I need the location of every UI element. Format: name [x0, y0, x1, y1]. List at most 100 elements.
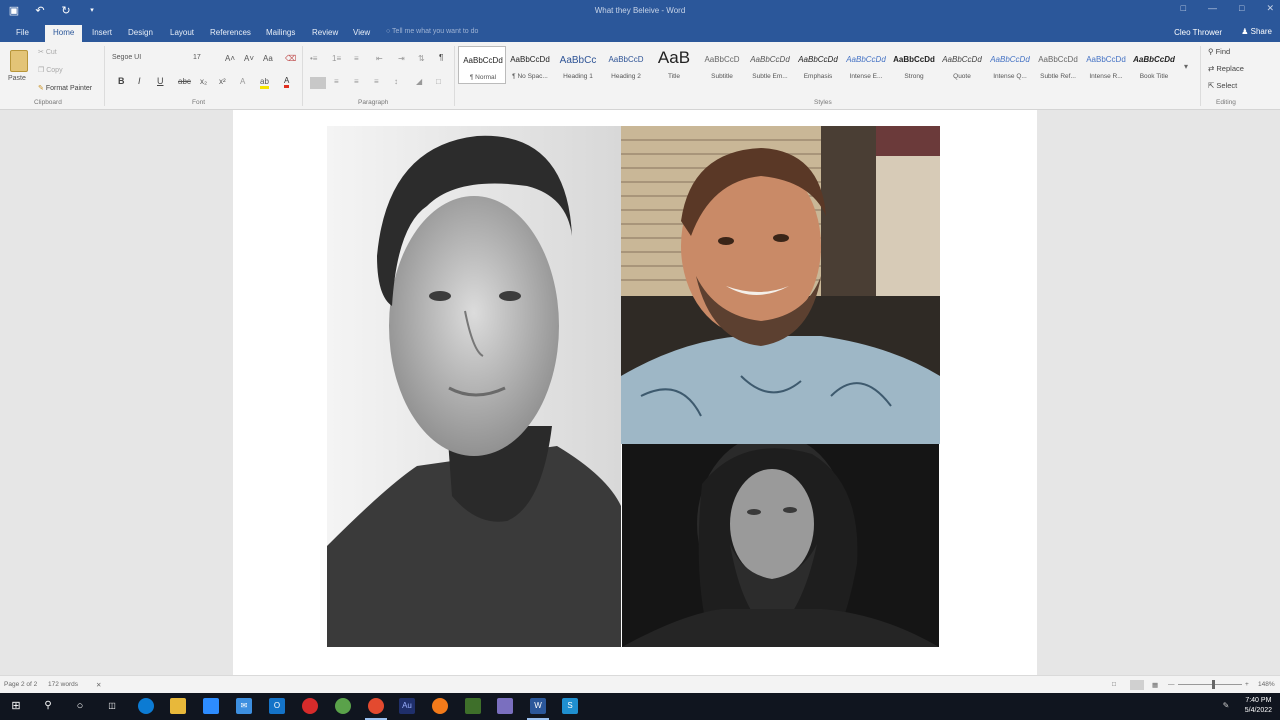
- system-clock[interactable]: 7:40 PM 5/4/2022: [1245, 696, 1272, 716]
- style-quote[interactable]: AaBbCcDd Quote: [938, 46, 986, 84]
- strikethrough-button[interactable]: abc: [178, 77, 191, 86]
- ribbon-display-icon[interactable]: □: [1181, 3, 1186, 14]
- zoom-in-icon[interactable]: +: [1245, 681, 1249, 688]
- read-mode-icon[interactable]: □: [1112, 681, 1116, 688]
- format-painter-button[interactable]: ✎ Format Painter: [38, 84, 92, 92]
- replace-button[interactable]: ⇄ Replace: [1208, 64, 1244, 73]
- clear-formatting-icon[interactable]: ⌫: [285, 54, 296, 63]
- multilevel-list-icon[interactable]: ≡: [354, 54, 359, 63]
- style-no-spacing[interactable]: AaBbCcDd ¶ No Spac...: [506, 46, 554, 84]
- zoom-slider-thumb[interactable]: [1212, 680, 1216, 689]
- user-name[interactable]: Cleo Thrower: [1174, 28, 1222, 37]
- style-intense-reference[interactable]: AaBbCcDd Intense R...: [1082, 46, 1130, 84]
- file-explorer-icon[interactable]: [170, 698, 186, 714]
- photos-icon[interactable]: [497, 698, 513, 714]
- italic-button[interactable]: I: [138, 76, 141, 86]
- tab-insert[interactable]: Insert: [84, 25, 120, 42]
- copy-button[interactable]: ❐ Copy: [38, 66, 63, 74]
- tab-mailings[interactable]: Mailings: [258, 25, 303, 42]
- proofing-icon[interactable]: ✕: [96, 681, 101, 689]
- style-subtitle[interactable]: AaBbCcD Subtitle: [698, 46, 746, 84]
- underline-button[interactable]: U: [157, 76, 164, 86]
- tab-layout[interactable]: Layout: [162, 25, 202, 42]
- page-count[interactable]: Page 2 of 2: [4, 681, 37, 688]
- web-layout-icon[interactable]: ▦: [1152, 681, 1158, 689]
- tab-review[interactable]: Review: [304, 25, 346, 42]
- app-green-icon[interactable]: [335, 698, 351, 714]
- app-red-icon[interactable]: [302, 698, 318, 714]
- word-icon[interactable]: W: [530, 698, 546, 714]
- show-marks-icon[interactable]: ¶: [439, 53, 443, 62]
- justify-icon[interactable]: ≡: [374, 77, 379, 86]
- close-icon[interactable]: ✕: [1266, 3, 1274, 14]
- font-name-box[interactable]: Segoe UI: [110, 54, 190, 66]
- font-size-box[interactable]: 17: [193, 54, 213, 66]
- app-blue-s-icon[interactable]: S: [562, 698, 578, 714]
- app-dark-green-icon[interactable]: [465, 698, 481, 714]
- share-button[interactable]: ♟ Share: [1241, 27, 1272, 36]
- style-heading-2[interactable]: AaBbCcD Heading 2: [602, 46, 650, 84]
- document-page[interactable]: [233, 110, 1037, 675]
- decrease-indent-icon[interactable]: ⇤: [376, 54, 383, 63]
- borders-icon[interactable]: □: [436, 77, 441, 86]
- store-icon[interactable]: [203, 698, 219, 714]
- print-layout-icon[interactable]: [1130, 680, 1144, 690]
- cortana-icon[interactable]: ○: [72, 698, 88, 714]
- minimize-icon[interactable]: —: [1208, 3, 1217, 14]
- tab-references[interactable]: References: [202, 25, 259, 42]
- align-left-icon[interactable]: [310, 77, 326, 89]
- tab-file[interactable]: File: [8, 25, 37, 42]
- photo-top-right-selfie[interactable]: [621, 126, 940, 444]
- font-color-icon[interactable]: A: [284, 76, 290, 88]
- photo-bottom-right-bw-portrait[interactable]: [622, 444, 939, 647]
- bullets-icon[interactable]: •≡: [310, 54, 317, 63]
- outlook-icon[interactable]: O: [269, 698, 285, 714]
- style-title[interactable]: AaB Title: [650, 46, 698, 84]
- style-subtle-emphasis[interactable]: AaBbCcDd Subtle Em...: [746, 46, 794, 84]
- mail-icon[interactable]: ✉: [236, 698, 252, 714]
- zoom-level[interactable]: 148%: [1258, 681, 1275, 688]
- style-strong[interactable]: AaBbCcDd Strong: [890, 46, 938, 84]
- edge-browser-icon[interactable]: [138, 698, 154, 714]
- chrome-icon[interactable]: [368, 698, 384, 714]
- find-button[interactable]: ⚲ Find: [1208, 47, 1230, 56]
- align-right-icon[interactable]: ≡: [354, 77, 359, 86]
- style-heading-1[interactable]: AaBbCc Heading 1: [554, 46, 602, 84]
- tell-me-search[interactable]: ○ Tell me what you want to do: [386, 28, 478, 35]
- line-spacing-icon[interactable]: ↕: [394, 77, 398, 86]
- sort-icon[interactable]: ⇅: [418, 54, 425, 63]
- text-effects-icon[interactable]: A: [240, 77, 245, 86]
- style-subtle-reference[interactable]: AaBbCcDd Subtle Ref...: [1034, 46, 1082, 84]
- bold-button[interactable]: B: [118, 76, 125, 86]
- tab-view[interactable]: View: [345, 25, 378, 42]
- windows-start-icon[interactable]: ⊞: [8, 698, 24, 714]
- tab-home[interactable]: Home: [45, 25, 83, 42]
- audition-icon[interactable]: Au: [399, 698, 415, 714]
- document-canvas[interactable]: [0, 110, 1280, 675]
- style-intense-quote[interactable]: AaBbCcDd Intense Q...: [986, 46, 1034, 84]
- highlight-icon[interactable]: ab: [260, 77, 269, 89]
- grow-font-icon[interactable]: A˄: [225, 54, 235, 63]
- numbering-icon[interactable]: 1≡: [332, 54, 341, 63]
- paste-icon[interactable]: [10, 50, 28, 72]
- photo-left-bw-portrait[interactable]: [327, 126, 621, 647]
- paste-button-label[interactable]: Paste: [8, 75, 26, 82]
- styles-more-icon[interactable]: ▾: [1184, 62, 1188, 71]
- pen-icon[interactable]: ✎: [1218, 698, 1234, 714]
- style-intense-emphasis[interactable]: AaBbCcDd Intense E...: [842, 46, 890, 84]
- increase-indent-icon[interactable]: ⇥: [398, 54, 405, 63]
- tab-design[interactable]: Design: [120, 25, 161, 42]
- change-case-icon[interactable]: Aa: [263, 54, 273, 63]
- zoom-out-icon[interactable]: —: [1168, 681, 1175, 688]
- select-button[interactable]: ⇱ Select: [1208, 81, 1237, 90]
- shrink-font-icon[interactable]: A˅: [244, 54, 254, 63]
- cut-button[interactable]: ✂ Cut: [38, 48, 57, 56]
- zoom-slider[interactable]: [1178, 684, 1242, 685]
- shading-icon[interactable]: ◢: [416, 77, 422, 86]
- style-normal[interactable]: AaBbCcDd ¶ Normal: [458, 46, 506, 84]
- word-count[interactable]: 172 words: [48, 681, 78, 688]
- superscript-button[interactable]: x²: [219, 77, 226, 86]
- task-view-icon[interactable]: ◫: [104, 698, 120, 714]
- style-emphasis[interactable]: AaBbCcDd Emphasis: [794, 46, 842, 84]
- subscript-button[interactable]: x₂: [200, 77, 207, 86]
